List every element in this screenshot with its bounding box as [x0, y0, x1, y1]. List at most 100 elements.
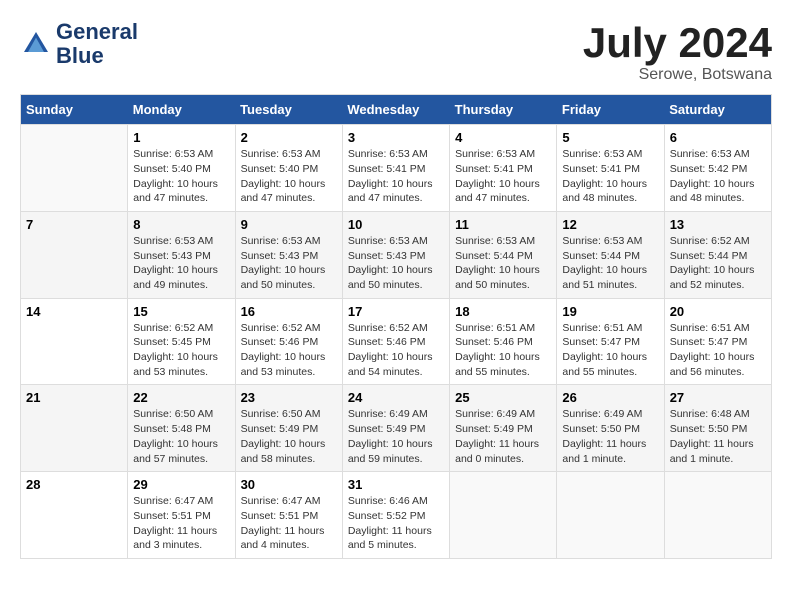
calendar-cell: 6 Sunrise: 6:53 AM Sunset: 5:42 PM Daylig… [664, 125, 771, 212]
day-number: 2 [241, 130, 337, 145]
calendar-cell: 2 Sunrise: 6:53 AM Sunset: 5:40 PM Daylig… [235, 125, 342, 212]
month-title: July 2024 [583, 20, 772, 66]
day-number: 27 [670, 390, 766, 405]
calendar-cell: 31 Sunrise: 6:46 AM Sunset: 5:52 PM Dayli… [342, 472, 449, 559]
calendar-cell [450, 472, 557, 559]
weekday-header-tuesday: Tuesday [235, 95, 342, 125]
week-row-4: 21 22Sunrise: 6:50 AM Sunset: 5:48 PM Day… [21, 385, 772, 472]
calendar-cell: 5Sunrise: 6:53 AM Sunset: 5:41 PM Daylig… [557, 125, 664, 212]
page-header: General Blue July 2024 Serowe, Botswana [20, 20, 772, 84]
day-number: 30 [241, 477, 337, 492]
day-info: Sunrise: 6:52 AM Sunset: 5:45 PM Dayligh… [133, 321, 229, 380]
day-info: Sunrise: 6:53 AM Sunset: 5:40 PM Dayligh… [241, 147, 337, 206]
logo-text: General Blue [56, 20, 138, 68]
day-info: Sunrise: 6:52 AM Sunset: 5:46 PM Dayligh… [241, 321, 337, 380]
week-row-1: 1 Sunrise: 6:53 AM Sunset: 5:40 PM Daylig… [21, 125, 772, 212]
day-number: 16 [241, 304, 337, 319]
calendar-cell: 1 Sunrise: 6:53 AM Sunset: 5:40 PM Daylig… [128, 125, 235, 212]
weekday-header-sunday: Sunday [21, 95, 128, 125]
day-info: Sunrise: 6:51 AM Sunset: 5:47 PM Dayligh… [562, 321, 658, 380]
calendar-cell: 21 [21, 385, 128, 472]
location-subtitle: Serowe, Botswana [583, 66, 772, 84]
day-number: 6 [670, 130, 766, 145]
title-block: July 2024 Serowe, Botswana [583, 20, 772, 84]
week-row-2: 78 Sunrise: 6:53 AM Sunset: 5:43 PM Dayli… [21, 211, 772, 298]
day-info: Sunrise: 6:47 AM Sunset: 5:51 PM Dayligh… [241, 494, 337, 553]
calendar-cell: 26 Sunrise: 6:49 AM Sunset: 5:50 PM Dayli… [557, 385, 664, 472]
calendar-cell: 12Sunrise: 6:53 AM Sunset: 5:44 PM Dayli… [557, 211, 664, 298]
day-info: Sunrise: 6:53 AM Sunset: 5:41 PM Dayligh… [455, 147, 551, 206]
weekday-header-row: SundayMondayTuesdayWednesdayThursdayFrid… [21, 95, 772, 125]
day-number: 1 [133, 130, 229, 145]
day-number: 18 [455, 304, 551, 319]
day-info: Sunrise: 6:53 AM Sunset: 5:43 PM Dayligh… [133, 234, 229, 293]
day-number: 13 [670, 217, 766, 232]
day-number: 9 [241, 217, 337, 232]
day-number: 21 [26, 390, 122, 405]
calendar-cell: 13 Sunrise: 6:52 AM Sunset: 5:44 PM Dayli… [664, 211, 771, 298]
day-info: Sunrise: 6:49 AM Sunset: 5:49 PM Dayligh… [455, 407, 551, 466]
day-info: Sunrise: 6:46 AM Sunset: 5:52 PM Dayligh… [348, 494, 444, 553]
calendar-cell: 14 [21, 298, 128, 385]
day-info: Sunrise: 6:47 AM Sunset: 5:51 PM Dayligh… [133, 494, 229, 553]
calendar-cell: 23Sunrise: 6:50 AM Sunset: 5:49 PM Dayli… [235, 385, 342, 472]
day-info: Sunrise: 6:49 AM Sunset: 5:50 PM Dayligh… [562, 407, 658, 466]
day-number: 10 [348, 217, 444, 232]
day-number: 28 [26, 477, 122, 492]
day-info: Sunrise: 6:49 AM Sunset: 5:49 PM Dayligh… [348, 407, 444, 466]
day-info: Sunrise: 6:51 AM Sunset: 5:46 PM Dayligh… [455, 321, 551, 380]
calendar-cell: 28 [21, 472, 128, 559]
day-number: 29 [133, 477, 229, 492]
weekday-header-thursday: Thursday [450, 95, 557, 125]
day-number: 3 [348, 130, 444, 145]
day-number: 5 [562, 130, 658, 145]
calendar-cell: 29 Sunrise: 6:47 AM Sunset: 5:51 PM Dayli… [128, 472, 235, 559]
calendar-cell: 30 Sunrise: 6:47 AM Sunset: 5:51 PM Dayli… [235, 472, 342, 559]
calendar-cell: 19Sunrise: 6:51 AM Sunset: 5:47 PM Dayli… [557, 298, 664, 385]
weekday-header-monday: Monday [128, 95, 235, 125]
calendar-cell: 11 Sunrise: 6:53 AM Sunset: 5:44 PM Dayli… [450, 211, 557, 298]
day-info: Sunrise: 6:53 AM Sunset: 5:43 PM Dayligh… [348, 234, 444, 293]
day-info: Sunrise: 6:52 AM Sunset: 5:44 PM Dayligh… [670, 234, 766, 293]
day-info: Sunrise: 6:52 AM Sunset: 5:46 PM Dayligh… [348, 321, 444, 380]
day-info: Sunrise: 6:53 AM Sunset: 5:44 PM Dayligh… [455, 234, 551, 293]
day-number: 7 [26, 217, 122, 232]
day-info: Sunrise: 6:53 AM Sunset: 5:42 PM Dayligh… [670, 147, 766, 206]
calendar-cell: 22Sunrise: 6:50 AM Sunset: 5:48 PM Dayli… [128, 385, 235, 472]
weekday-header-friday: Friday [557, 95, 664, 125]
day-number: 22 [133, 390, 229, 405]
calendar-cell: 15Sunrise: 6:52 AM Sunset: 5:45 PM Dayli… [128, 298, 235, 385]
day-info: Sunrise: 6:53 AM Sunset: 5:40 PM Dayligh… [133, 147, 229, 206]
day-number: 8 [133, 217, 229, 232]
day-info: Sunrise: 6:53 AM Sunset: 5:43 PM Dayligh… [241, 234, 337, 293]
calendar-cell: 27 Sunrise: 6:48 AM Sunset: 5:50 PM Dayli… [664, 385, 771, 472]
day-number: 17 [348, 304, 444, 319]
day-info: Sunrise: 6:53 AM Sunset: 5:44 PM Dayligh… [562, 234, 658, 293]
day-number: 26 [562, 390, 658, 405]
calendar-cell: 16 Sunrise: 6:52 AM Sunset: 5:46 PM Dayli… [235, 298, 342, 385]
logo: General Blue [20, 20, 138, 68]
calendar-cell: 8 Sunrise: 6:53 AM Sunset: 5:43 PM Daylig… [128, 211, 235, 298]
day-info: Sunrise: 6:51 AM Sunset: 5:47 PM Dayligh… [670, 321, 766, 380]
day-number: 14 [26, 304, 122, 319]
calendar-cell [21, 125, 128, 212]
day-number: 23 [241, 390, 337, 405]
calendar-cell: 24 Sunrise: 6:49 AM Sunset: 5:49 PM Dayli… [342, 385, 449, 472]
day-number: 25 [455, 390, 551, 405]
week-row-3: 14 15Sunrise: 6:52 AM Sunset: 5:45 PM Day… [21, 298, 772, 385]
calendar-cell: 25 Sunrise: 6:49 AM Sunset: 5:49 PM Dayli… [450, 385, 557, 472]
calendar-cell: 4 Sunrise: 6:53 AM Sunset: 5:41 PM Daylig… [450, 125, 557, 212]
calendar-cell: 9 Sunrise: 6:53 AM Sunset: 5:43 PM Daylig… [235, 211, 342, 298]
day-number: 24 [348, 390, 444, 405]
calendar-cell: 17 Sunrise: 6:52 AM Sunset: 5:46 PM Dayli… [342, 298, 449, 385]
weekday-header-saturday: Saturday [664, 95, 771, 125]
day-number: 11 [455, 217, 551, 232]
day-number: 31 [348, 477, 444, 492]
day-info: Sunrise: 6:48 AM Sunset: 5:50 PM Dayligh… [670, 407, 766, 466]
day-number: 4 [455, 130, 551, 145]
logo-icon [20, 28, 52, 60]
day-number: 20 [670, 304, 766, 319]
calendar-cell: 7 [21, 211, 128, 298]
week-row-5: 28 29 Sunrise: 6:47 AM Sunset: 5:51 PM Day… [21, 472, 772, 559]
calendar-cell: 10 Sunrise: 6:53 AM Sunset: 5:43 PM Dayli… [342, 211, 449, 298]
